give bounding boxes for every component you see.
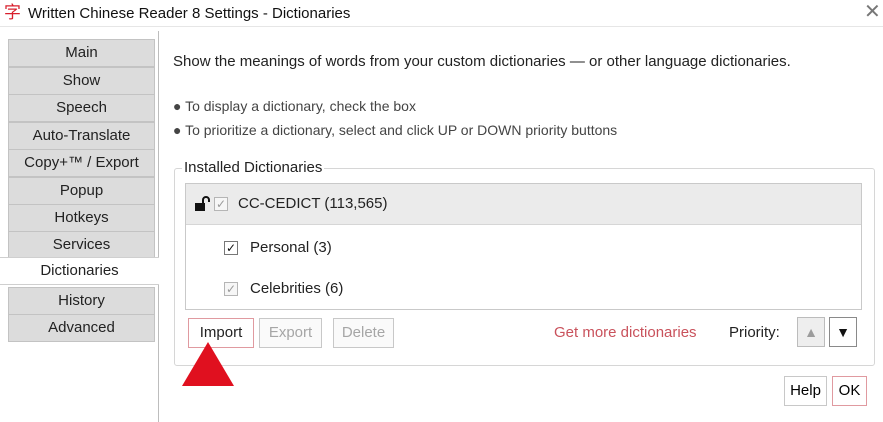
tab-popup[interactable]: Popup xyxy=(8,177,155,205)
export-button[interactable]: Export xyxy=(259,318,322,348)
tab-hotkeys[interactable]: Hotkeys xyxy=(8,204,155,232)
dictionary-name: Celebrities (6) xyxy=(250,280,344,297)
tab-dictionaries[interactable]: Dictionaries xyxy=(0,257,159,285)
tab-history[interactable]: History xyxy=(8,287,155,315)
priority-up-button[interactable]: ▲ xyxy=(797,317,825,347)
tab-auto-translate[interactable]: Auto-Translate xyxy=(8,122,155,150)
dictionary-list: ✓ CC-CEDICT (113,565) ✓ Personal (3) ✓ C… xyxy=(185,183,862,310)
page-description: Show the meanings of words from your cus… xyxy=(173,53,791,70)
dictionary-name: Personal (3) xyxy=(250,239,332,256)
settings-sidebar: Main Show Speech Auto-Translate Copy+™ /… xyxy=(0,31,159,422)
cc-cedict-checkbox[interactable]: ✓ xyxy=(214,197,228,211)
tab-show[interactable]: Show xyxy=(8,67,155,95)
celebrities-checkbox[interactable]: ✓ xyxy=(224,282,238,296)
hint-display: ● To display a dictionary, check the box xyxy=(173,98,416,114)
title-bar: 字 Written Chinese Reader 8 Settings - Di… xyxy=(0,0,883,27)
tab-speech[interactable]: Speech xyxy=(8,94,155,122)
personal-checkbox[interactable]: ✓ xyxy=(224,241,238,255)
group-label: Installed Dictionaries xyxy=(182,159,325,177)
dictionary-row-celebrities[interactable]: ✓ Celebrities (6) xyxy=(186,269,861,310)
ok-button[interactable]: OK xyxy=(832,376,867,406)
close-icon[interactable]: ✕ xyxy=(864,1,881,23)
lock-icon xyxy=(195,196,210,211)
tab-advanced[interactable]: Advanced xyxy=(8,314,155,342)
get-more-dictionaries-link[interactable]: Get more dictionaries xyxy=(554,323,697,343)
priority-label: Priority: xyxy=(729,324,780,341)
tab-copy-export[interactable]: Copy+™ / Export xyxy=(8,149,155,177)
help-button[interactable]: Help xyxy=(784,376,827,406)
priority-down-button[interactable]: ▼ xyxy=(829,317,857,347)
hint-priority: ● To prioritize a dictionary, select and… xyxy=(173,122,618,138)
dictionary-row-personal[interactable]: ✓ Personal (3) xyxy=(186,228,861,269)
tab-services[interactable]: Services xyxy=(8,231,155,259)
dictionary-name: CC-CEDICT (113,565) xyxy=(238,195,388,212)
app-logo-icon: 字 xyxy=(4,3,21,23)
dictionary-row-cc-cedict[interactable]: ✓ CC-CEDICT (113,565) xyxy=(186,184,861,225)
delete-button[interactable]: Delete xyxy=(333,318,394,348)
annotation-arrow-icon xyxy=(182,342,234,386)
tab-main[interactable]: Main xyxy=(8,39,155,67)
window-title: Written Chinese Reader 8 Settings - Dict… xyxy=(28,5,351,22)
